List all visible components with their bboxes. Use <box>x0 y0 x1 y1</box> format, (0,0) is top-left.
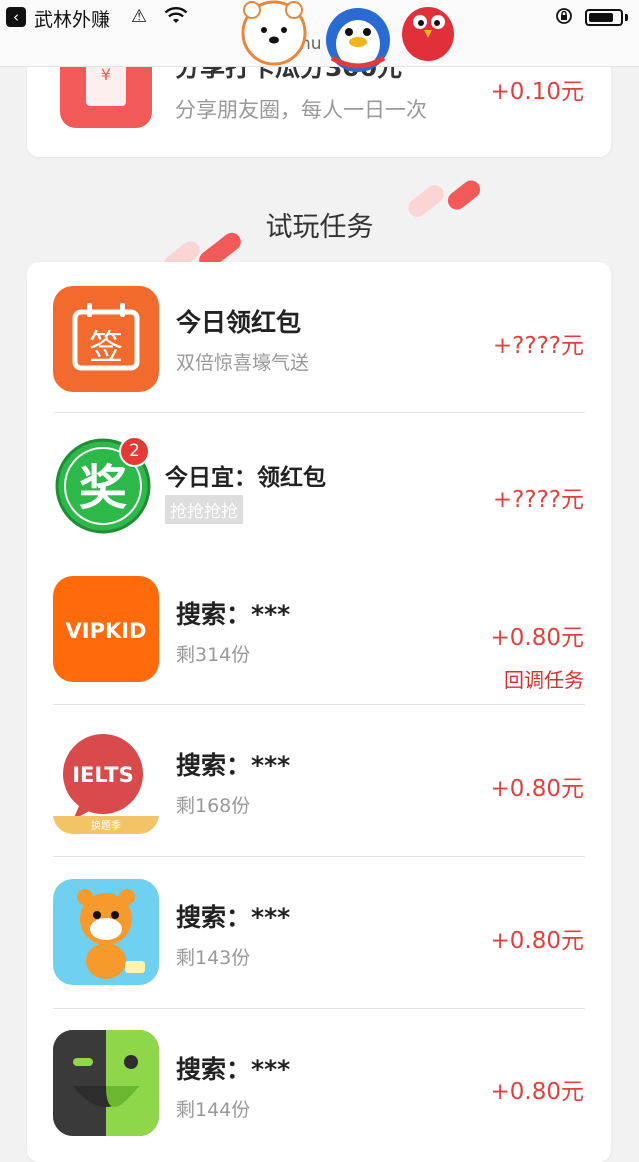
task-subtitle: 剩144份 <box>176 1099 251 1121</box>
warning-icon: ⚠ <box>131 6 148 27</box>
status-bar: ‹ 武林外赚 ⚠ <box>0 0 639 36</box>
vipkid-app-icon: VIPKID <box>53 576 159 682</box>
ielts-app-icon: IELTS 换题季 <box>53 728 159 834</box>
section-title: 试玩任务 <box>265 212 374 243</box>
divider <box>53 412 585 413</box>
svg-text:VIPKID: VIPKID <box>66 619 147 643</box>
svg-text:换题季: 换题季 <box>91 819 121 832</box>
svg-text:签: 签 <box>89 328 123 368</box>
task-title: 今日宜：领红包 <box>165 465 326 491</box>
task-reward: +0.80元 <box>490 928 584 954</box>
task-subtitle: 剩314份 <box>176 644 251 666</box>
polar-bear-mascot-icon <box>241 0 307 66</box>
task-subtitle: 剩143份 <box>176 947 251 969</box>
penguin-mascot-icon <box>326 8 390 72</box>
divider <box>53 704 585 705</box>
task-title: 搜索：*** <box>176 1055 291 1084</box>
battery-tip <box>625 14 628 21</box>
sign-in-calendar-icon: 签 <box>53 286 159 392</box>
task-title: 搜索：*** <box>176 600 291 629</box>
battery-icon <box>585 9 623 26</box>
wifi-icon <box>164 7 188 23</box>
task-reward: +????元 <box>492 333 584 359</box>
task-title: 搜索：*** <box>176 751 291 780</box>
tiger-app-icon <box>53 879 159 985</box>
svg-text:奖: 奖 <box>79 460 127 516</box>
divider <box>53 856 585 857</box>
task-title: 今日领红包 <box>176 308 302 337</box>
task-title: 搜索：*** <box>176 903 291 932</box>
task-reward: +0.80元 <box>490 625 584 651</box>
chevron-left-icon[interactable]: ‹ <box>6 7 26 27</box>
back-app-name[interactable]: 武林外赚 <box>34 5 110 32</box>
callback-task-label[interactable]: 回调任务 <box>504 664 584 693</box>
task-reward: +0.80元 <box>490 1079 584 1105</box>
smiley-app-icon <box>53 1030 159 1136</box>
task-tag: 抢抢抢抢 <box>165 495 243 524</box>
orientation-lock-icon <box>556 8 572 24</box>
task-subtitle: 分享朋友圈，每人一日一次 <box>175 98 427 122</box>
trial-task-list: 签 今日领红包 双倍惊喜壕气送 +????元 奖 2 今日宜：领红包 抢抢抢抢 … <box>27 262 611 1162</box>
divider <box>53 1008 585 1009</box>
task-reward: +0.10元 <box>490 79 584 105</box>
parrot-mascot-icon <box>402 7 454 61</box>
svg-text:¥: ¥ <box>101 65 111 84</box>
svg-text:IELTS: IELTS <box>72 763 134 787</box>
task-subtitle: 双倍惊喜壕气送 <box>176 352 310 374</box>
task-subtitle: 剩168份 <box>176 795 251 817</box>
notification-badge: 2 <box>119 436 150 467</box>
task-reward: +????元 <box>492 487 584 513</box>
task-reward: +0.80元 <box>490 776 584 802</box>
